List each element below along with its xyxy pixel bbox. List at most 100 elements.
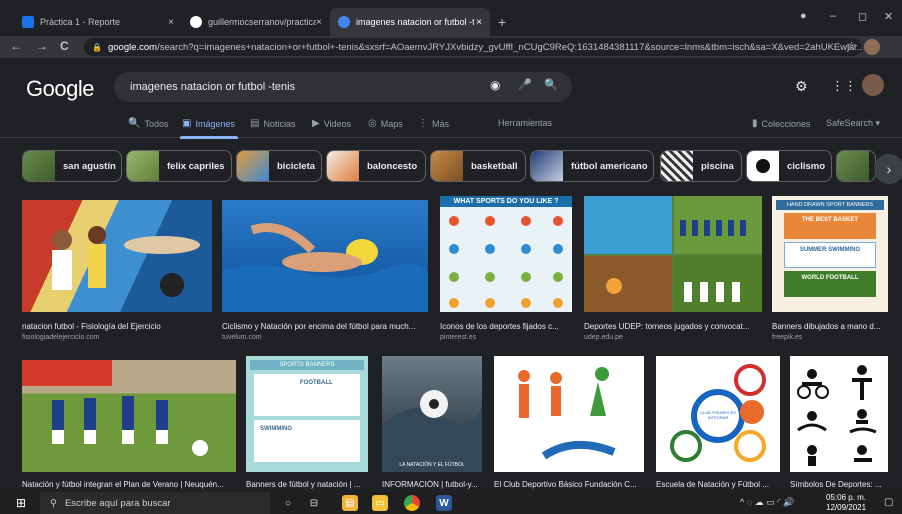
close-tab-icon[interactable]: × bbox=[476, 17, 482, 28]
tab-mas[interactable]: ⋮ Más bbox=[418, 118, 449, 129]
lock-icon[interactable]: 🔒 bbox=[92, 43, 102, 52]
new-tab-button[interactable]: + bbox=[498, 14, 506, 30]
result-caption[interactable]: Iconos de los deportes fijados c... bbox=[440, 322, 572, 331]
browser-tab-reporte[interactable]: Práctica 1 - Reporte × bbox=[14, 8, 182, 36]
browser-tab-github[interactable]: guillermocserranov/practica1_fdp × bbox=[182, 8, 330, 36]
chip-ciclismo[interactable]: ciclismo bbox=[746, 150, 832, 182]
chrome-icon[interactable] bbox=[404, 495, 420, 511]
chip-felix-capriles[interactable]: felix capriles bbox=[126, 150, 232, 182]
result-caption[interactable]: Símbolos De Deportes: ... bbox=[790, 480, 888, 489]
result-image[interactable]: HAND DRAWN SPORT BANNERS THE BEST BASKET… bbox=[772, 196, 888, 312]
minimize-button[interactable]: – bbox=[830, 10, 836, 22]
result-card[interactable]: natacion futbol - Fisiología del Ejercic… bbox=[22, 200, 212, 350]
result-card[interactable]: WHAT SPORTS DO YOU LIKE ? Iconos de los … bbox=[440, 196, 572, 350]
result-card[interactable]: Natación y fútbol integran el Plan de Ve… bbox=[22, 360, 236, 490]
result-caption[interactable]: Ciclismo y Natación por encima del fútbo… bbox=[222, 322, 428, 331]
chip-basketball[interactable]: basketball bbox=[430, 150, 526, 182]
clock-time: 05:06 p. m. bbox=[826, 493, 867, 502]
result-image[interactable]: WHAT SPORTS DO YOU LIKE ? bbox=[440, 196, 572, 312]
notification-center-icon[interactable]: ▢ bbox=[884, 497, 893, 508]
camera-icon[interactable]: ◉ bbox=[490, 78, 500, 92]
forward-button[interactable]: → bbox=[36, 39, 48, 53]
result-card[interactable]: HAND DRAWN SPORT BANNERS THE BEST BASKET… bbox=[772, 196, 888, 350]
result-card[interactable]: SPORTS BANNERS FOOTBALL SWIMMING Banners… bbox=[246, 356, 368, 490]
image-overlay-text: CLUB TRIUNFO ES INTEGRAR bbox=[700, 410, 736, 420]
result-caption[interactable]: Banners dibujados a mano d... bbox=[772, 322, 888, 331]
chip-san-agustin[interactable]: san agustín bbox=[22, 150, 122, 182]
google-logo[interactable]: Google bbox=[26, 76, 94, 102]
chip-bicicleta[interactable]: bicicleta bbox=[236, 150, 322, 182]
system-tray-icons[interactable]: ^ ◌ ☁ ▭ ◜ 🔊 bbox=[740, 497, 794, 508]
result-image[interactable]: CLUB TRIUNFO ES INTEGRAR bbox=[656, 356, 780, 472]
result-image[interactable] bbox=[22, 200, 212, 312]
result-image[interactable] bbox=[222, 200, 428, 312]
maximize-button[interactable]: ◻ bbox=[858, 10, 867, 23]
result-caption[interactable]: El Club Deportivo Básico Fundación C... bbox=[494, 480, 644, 489]
result-image[interactable] bbox=[790, 356, 888, 472]
chip-partial[interactable] bbox=[836, 150, 876, 182]
bookmark-star-icon[interactable]: ☆ bbox=[846, 39, 857, 53]
word-icon[interactable]: W bbox=[436, 495, 452, 511]
result-caption[interactable]: INFORMACIÓN | futbol-y... bbox=[382, 480, 482, 489]
search-query: imagenes natacion or futbol -tenis bbox=[130, 81, 296, 93]
result-image[interactable] bbox=[22, 360, 236, 472]
reload-button[interactable]: C bbox=[60, 39, 69, 53]
result-card[interactable]: Símbolos De Deportes: ... bbox=[790, 356, 888, 490]
result-image[interactable] bbox=[584, 196, 762, 312]
taskbar-search-input[interactable]: ⚲ Escribe aquí para buscar bbox=[40, 492, 270, 514]
result-card[interactable]: Ciclismo y Natación por encima del fútbo… bbox=[222, 200, 428, 350]
profile-avatar[interactable] bbox=[864, 39, 880, 55]
close-tab-icon[interactable]: × bbox=[316, 17, 322, 28]
collections-label: Colecciones bbox=[761, 118, 811, 129]
windows-start-icon[interactable]: ⊞ bbox=[16, 496, 26, 510]
chip-baloncesto[interactable]: baloncesto bbox=[326, 150, 426, 182]
google-apps-icon[interactable]: ⋮⋮ bbox=[831, 78, 857, 94]
account-avatar[interactable] bbox=[862, 74, 884, 96]
chip-futbol-americano[interactable]: fútbol americano bbox=[530, 150, 654, 182]
result-card[interactable]: Deportes UDEP: torneos jugados y convoca… bbox=[584, 196, 762, 350]
address-bar[interactable]: 🔒 google.com/search?q=imagenes+natacion+… bbox=[84, 38, 862, 56]
close-window-button[interactable]: ✕ bbox=[884, 10, 893, 23]
close-tab-icon[interactable]: × bbox=[168, 17, 174, 28]
search-input[interactable]: imagenes natacion or futbol -tenis ◉ 🎤 🔍 bbox=[114, 72, 572, 102]
result-card[interactable]: CLUB TRIUNFO ES INTEGRAR Escuela de Nata… bbox=[656, 356, 780, 490]
result-caption[interactable]: Banners de fútbol y natación | ... bbox=[246, 480, 368, 489]
settings-gear-icon[interactable]: ⚙ bbox=[795, 78, 808, 95]
tab-videos[interactable]: ▶ Videos bbox=[312, 118, 351, 129]
cortana-circle-icon[interactable]: ○ bbox=[280, 495, 296, 511]
image-overlay-text: SPORTS BANNERS bbox=[250, 360, 364, 370]
mic-icon[interactable]: 🎤 bbox=[518, 78, 532, 91]
safesearch-button[interactable]: SafeSearch ▾ bbox=[826, 118, 880, 129]
tab-imagenes[interactable]: ▣ Imágenes bbox=[182, 118, 235, 129]
more-vert-icon: ⋮ bbox=[418, 118, 428, 129]
result-image[interactable] bbox=[494, 356, 644, 472]
tab-title: Práctica 1 - Reporte bbox=[40, 17, 121, 27]
result-caption[interactable]: Deportes UDEP: torneos jugados y convoca… bbox=[584, 322, 762, 331]
tab-herramientas[interactable]: Herramientas bbox=[498, 118, 552, 128]
github-favicon-icon bbox=[190, 16, 202, 28]
chip-piscina[interactable]: piscina bbox=[660, 150, 742, 182]
back-button[interactable]: ← bbox=[10, 39, 22, 53]
file-explorer-icon[interactable]: ▭ bbox=[372, 495, 388, 511]
news-icon: ▤ bbox=[250, 118, 260, 129]
result-image[interactable]: LA NATACIÓN Y EL FÚTBOL bbox=[382, 356, 482, 472]
result-image[interactable]: SPORTS BANNERS FOOTBALL SWIMMING bbox=[246, 356, 368, 472]
task-view-icon[interactable]: ⊟ bbox=[306, 495, 322, 511]
tab-maps[interactable]: ◎ Maps bbox=[368, 118, 403, 129]
result-card[interactable]: El Club Deportivo Básico Fundación C... bbox=[494, 356, 644, 490]
store-icon[interactable]: ▤ bbox=[342, 495, 358, 511]
result-caption[interactable]: natacion futbol - Fisiología del Ejercic… bbox=[22, 322, 212, 331]
browser-tab-google[interactable]: imagenes natacion or futbol -tenis × bbox=[330, 8, 490, 36]
search-icon[interactable]: 🔍 bbox=[544, 78, 558, 91]
chips-next-button[interactable]: › bbox=[874, 154, 902, 184]
profile-dot-icon[interactable]: ● bbox=[800, 10, 807, 22]
search-small-icon: 🔍 bbox=[128, 118, 141, 129]
chip-label: baloncesto bbox=[367, 160, 418, 172]
result-caption[interactable]: Escuela de Natación y Fútbol ... bbox=[656, 480, 780, 489]
result-card[interactable]: LA NATACIÓN Y EL FÚTBOL INFORMACIÓN | fu… bbox=[382, 356, 482, 490]
result-caption[interactable]: Natación y fútbol integran el Plan de Ve… bbox=[22, 480, 236, 489]
tab-todos[interactable]: 🔍 Todos bbox=[128, 118, 168, 129]
collections-link[interactable]: ▮ Colecciones bbox=[752, 118, 811, 129]
tab-noticias[interactable]: ▤ Noticias bbox=[250, 118, 295, 129]
taskbar-clock[interactable]: 05:06 p. m. 12/09/2021 bbox=[826, 493, 866, 513]
